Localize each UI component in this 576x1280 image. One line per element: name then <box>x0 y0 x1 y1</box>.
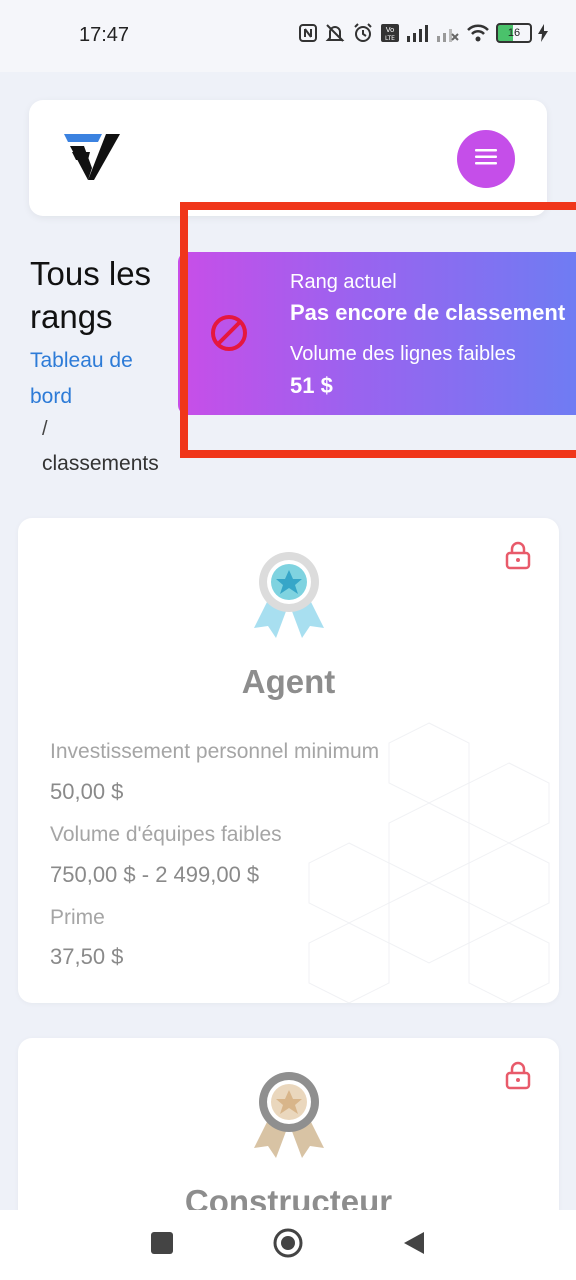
rank-name: Agent <box>241 663 336 700</box>
signal-weak-icon <box>436 24 460 42</box>
lock-icon <box>504 540 532 570</box>
status-icons: Vo LTE 16 <box>298 22 548 44</box>
triangle-back-icon[interactable] <box>402 1230 426 1256</box>
status-bar: 17:47 Vo LTE 16 <box>0 0 576 72</box>
lock-icon <box>504 1060 532 1090</box>
rank-card-agent: Agent Investissement personnel minimum 5… <box>18 518 559 1003</box>
header-card <box>29 100 547 216</box>
nfc-icon <box>298 23 318 43</box>
ribbon-badge-icon <box>246 548 332 640</box>
weak-team-volume-label: Volume d'équipes faibles <box>50 823 282 846</box>
svg-text:Vo: Vo <box>386 26 395 34</box>
breadcrumb-current: classements <box>42 452 159 475</box>
highlight-box <box>180 202 576 458</box>
page-title: Tous les rangs <box>30 255 152 335</box>
volte-icon: Vo LTE <box>380 23 400 43</box>
bell-off-icon <box>324 22 346 44</box>
alarm-icon <box>352 22 374 44</box>
brand-logo[interactable] <box>62 130 122 186</box>
charging-icon <box>538 24 548 42</box>
status-time: 17:47 <box>79 24 130 46</box>
square-icon[interactable] <box>151 1232 173 1254</box>
signal-icon <box>406 24 430 42</box>
breadcrumb-dashboard-link[interactable]: Tableau de bord <box>30 343 170 415</box>
ribbon-badge-icon <box>246 1068 332 1160</box>
menu-button[interactable] <box>457 130 515 188</box>
breadcrumb-separator: / <box>42 418 48 440</box>
circle-home-icon[interactable] <box>272 1227 304 1259</box>
svg-text:LTE: LTE <box>385 35 395 42</box>
wifi-icon <box>466 24 490 42</box>
min-investment-label: Investissement personnel minimum <box>50 740 380 763</box>
min-investment-value: 50,00 $ <box>50 779 124 804</box>
system-nav-bar <box>0 1210 576 1280</box>
bonus-value: 37,50 $ <box>50 944 124 969</box>
battery-icon: 16 <box>496 23 532 43</box>
hamburger-icon <box>475 148 497 171</box>
weak-team-volume-value: 750,00 $ - 2 499,00 $ <box>50 862 260 887</box>
bonus-label: Prime <box>50 906 105 929</box>
